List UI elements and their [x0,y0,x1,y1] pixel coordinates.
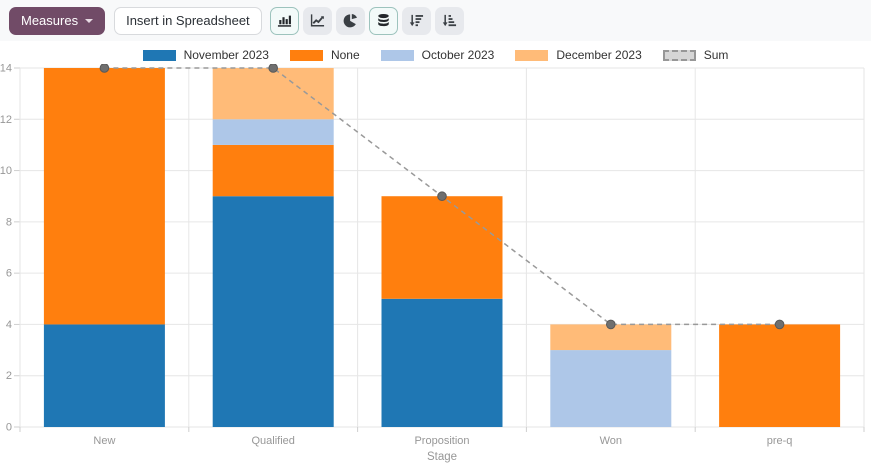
sort-desc-icon [409,13,424,28]
sort-descending-button[interactable] [402,7,431,35]
bar-segment[interactable] [382,299,503,427]
bar-segment[interactable] [550,350,671,427]
y-tick-label: 14 [0,64,12,75]
bar-chart-icon [277,13,292,28]
chart-area: 0 2 4 6 8 10 12 14 New Qualified Proposition Won pre… [0,64,871,467]
y-tick-label: 10 [0,165,12,177]
sort-asc-icon [442,13,457,28]
line-chart-icon [310,13,325,28]
legend-item[interactable]: December 2023 [515,48,641,62]
legend-item[interactable]: None [290,48,360,62]
legend-color-swatch [381,50,414,61]
graph-view-toolbar: Measures Insert in Spreadsheet [0,0,871,41]
stacked-icon [376,13,391,28]
insert-in-spreadsheet-button[interactable]: Insert in Spreadsheet [114,7,262,35]
sum-marker[interactable] [438,192,447,201]
x-axis-title: Stage [427,451,457,463]
sort-ascending-button[interactable] [435,7,464,35]
legend-label: December 2023 [556,48,641,62]
y-tick-label: 8 [6,216,12,228]
y-tick-label: 6 [6,268,12,280]
measures-button[interactable]: Measures [9,7,105,35]
stacked-toggle-button[interactable] [369,7,398,35]
stacked-bar-chart: 0 2 4 6 8 10 12 14 New Qualified Proposition Won pre… [0,64,871,467]
bar-segment[interactable] [719,324,840,427]
sum-marker[interactable] [269,64,278,72]
legend-color-swatch [143,50,176,61]
y-tick-label: 4 [6,319,12,331]
sum-marker[interactable] [607,320,616,329]
legend-item[interactable]: October 2023 [381,48,495,62]
legend-label: October 2023 [422,48,495,62]
x-category-label: Won [600,435,622,447]
legend-color-swatch [290,50,323,61]
line-chart-button[interactable] [303,7,332,35]
bar-segment[interactable] [213,145,334,196]
bar-segment[interactable] [44,68,165,324]
measures-label: Measures [21,13,78,28]
y-tick-label: 12 [0,114,12,126]
legend-label: November 2023 [184,48,269,62]
graph-type-button-group [270,7,464,35]
chevron-down-icon [85,19,93,23]
legend-color-swatch [515,50,548,61]
legend-label: None [331,48,360,62]
y-tick-label: 2 [6,370,12,382]
bar-segment[interactable] [213,196,334,427]
legend-item[interactable]: Sum [663,48,729,62]
chart-legend: November 2023 None October 2023 December 20… [0,46,871,64]
pie-chart-button[interactable] [336,7,365,35]
legend-dashed-swatch [663,50,696,61]
x-category-label: New [93,435,115,447]
bar-segment[interactable] [382,196,503,299]
sum-marker[interactable] [775,320,784,329]
y-tick-label: 0 [6,422,12,434]
bar-chart-button[interactable] [270,7,299,35]
x-category-label: Proposition [414,435,469,447]
x-category-label: Qualified [251,435,294,447]
x-category-label: pre-q [767,435,793,447]
bar-segment[interactable] [44,324,165,427]
bar-segment[interactable] [213,119,334,145]
legend-item[interactable]: November 2023 [143,48,269,62]
pie-chart-icon [343,13,358,28]
legend-label: Sum [704,48,729,62]
bar-segment[interactable] [213,68,334,119]
sum-marker[interactable] [100,64,109,72]
